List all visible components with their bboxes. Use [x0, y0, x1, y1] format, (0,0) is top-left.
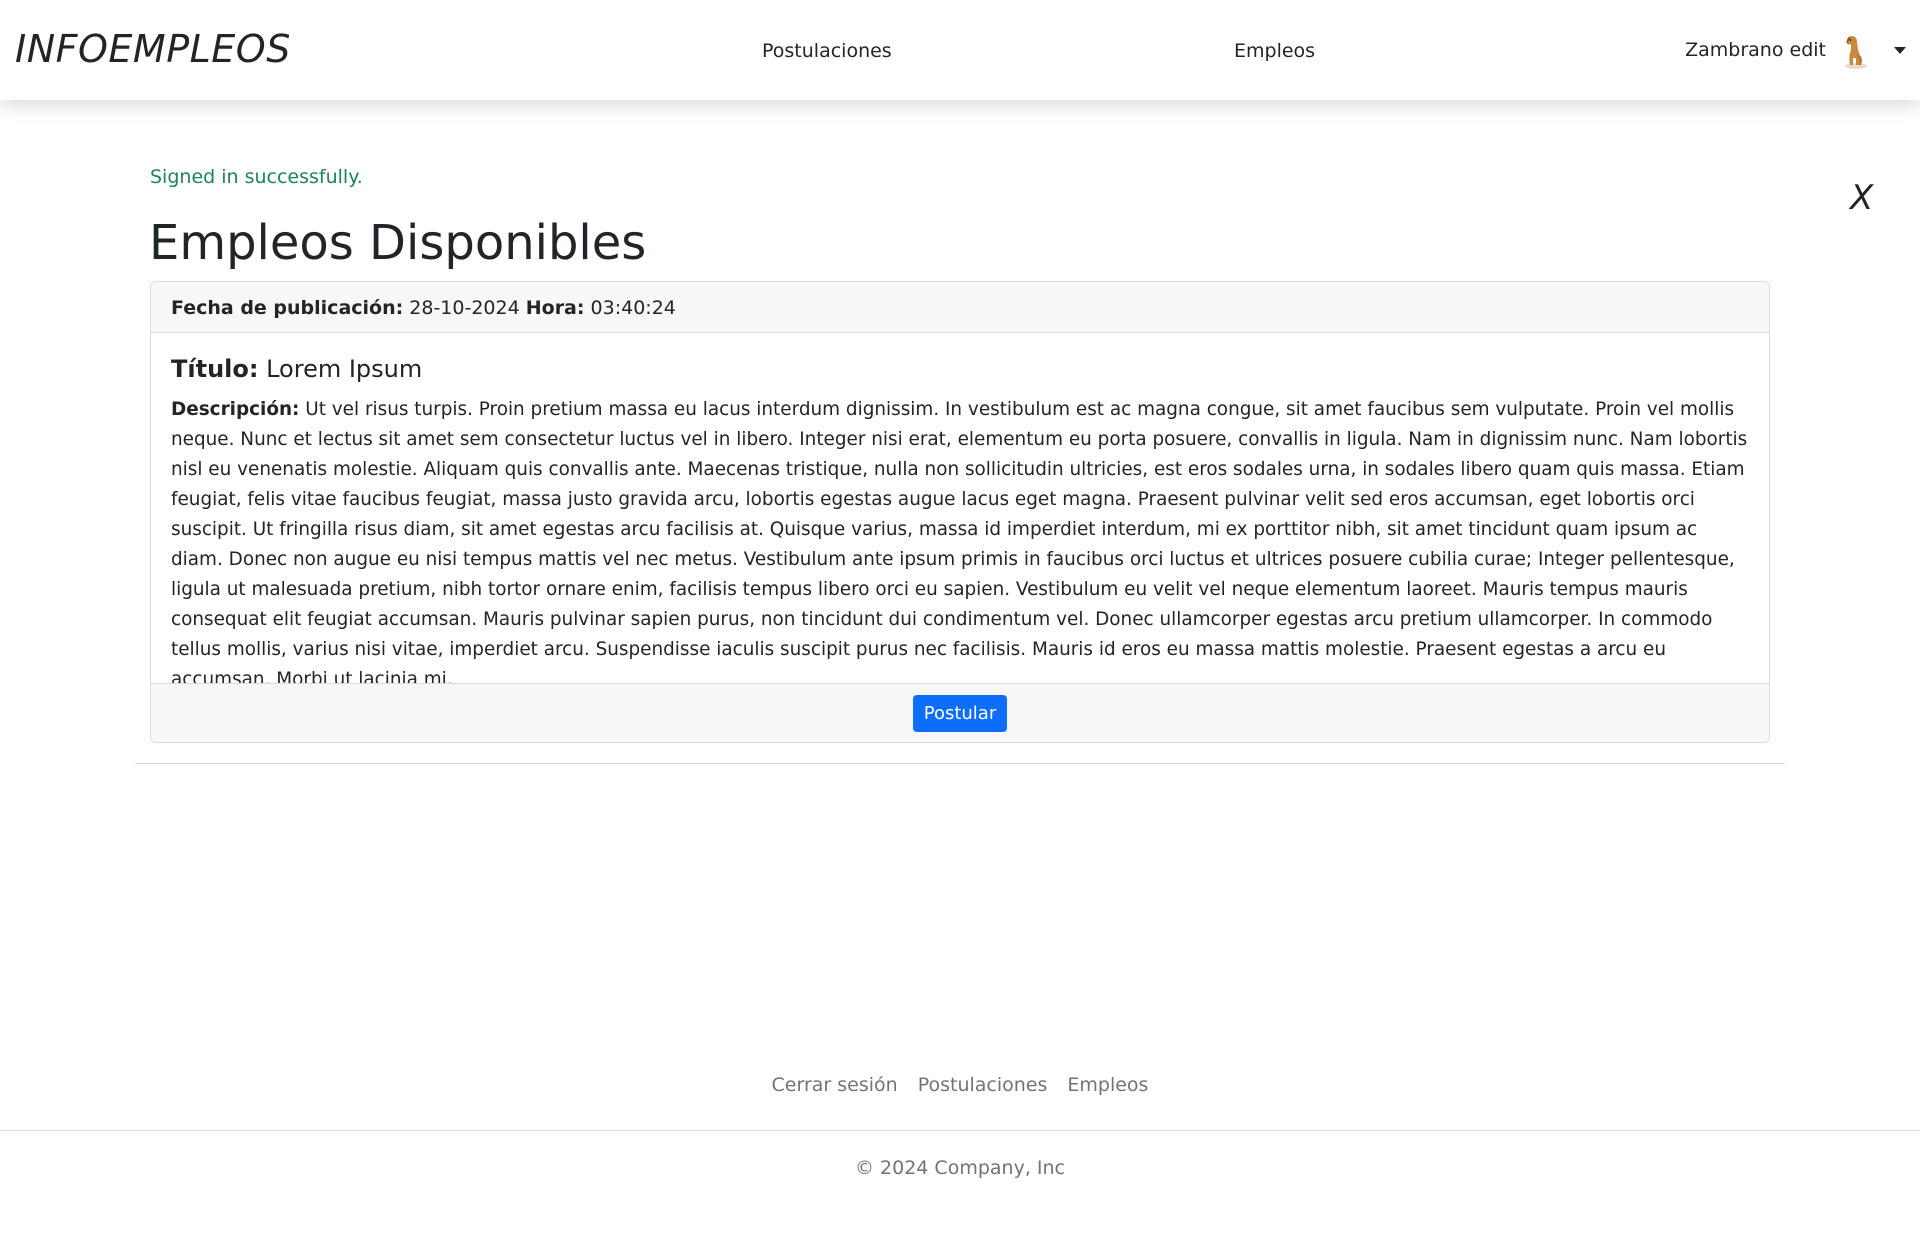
nav-link-empleos[interactable]: Empleos [1234, 40, 1315, 62]
title-label: Título: [171, 355, 259, 383]
top-navbar: INFOEMPLEOS Postulaciones Empleos Zambra… [0, 0, 1920, 100]
job-card-header: Fecha de publicación: 28-10-2024 Hora: 0… [151, 282, 1769, 333]
job-card: Fecha de publicación: 28-10-2024 Hora: 0… [150, 281, 1770, 743]
footer-link-empleos[interactable]: Empleos [1067, 1074, 1148, 1096]
date-label: Fecha de publicación: [171, 297, 404, 319]
description-label: Descripción: [171, 399, 300, 420]
footer-link-cerrar-sesion[interactable]: Cerrar sesión [772, 1074, 898, 1096]
time-label: Hora: [525, 297, 585, 319]
time-value: 03:40:24 [590, 297, 676, 319]
user-menu-dropdown[interactable]: Zambrano edit [1685, 28, 1906, 72]
job-card-footer: Postular [151, 683, 1769, 742]
postular-button[interactable]: Postular [912, 694, 1008, 732]
title-value: Lorem Ipsum [266, 355, 423, 383]
user-name: Zambrano edit [1685, 39, 1826, 61]
footer-divider [0, 1130, 1920, 1131]
footer-link-postulaciones[interactable]: Postulaciones [918, 1074, 1048, 1096]
nav-link-postulaciones[interactable]: Postulaciones [762, 40, 892, 62]
footer-nav: Cerrar sesión Postulaciones Empleos [0, 1074, 1920, 1096]
job-card-body: Título: Lorem Ipsum Descripción: Ut vel … [151, 333, 1769, 695]
flash-message: Signed in successfully. [150, 166, 363, 188]
close-flash-button[interactable]: X [1850, 178, 1873, 218]
description-text: Ut vel risus turpis. Proin pretium massa… [171, 399, 1748, 690]
dog-avatar-icon [1838, 30, 1874, 70]
brand-logo-link[interactable]: INFOEMPLEOS [15, 27, 291, 71]
date-value: 28-10-2024 [409, 297, 520, 319]
copyright-text: © 2024 Company, Inc [855, 1157, 1065, 1179]
job-title: Título: Lorem Ipsum [171, 355, 1749, 383]
page-title: Empleos Disponibles [149, 215, 647, 271]
job-description: Descripción: Ut vel risus turpis. Proin … [171, 395, 1749, 695]
content-divider [135, 763, 1785, 764]
caret-down-icon[interactable] [1894, 46, 1906, 54]
